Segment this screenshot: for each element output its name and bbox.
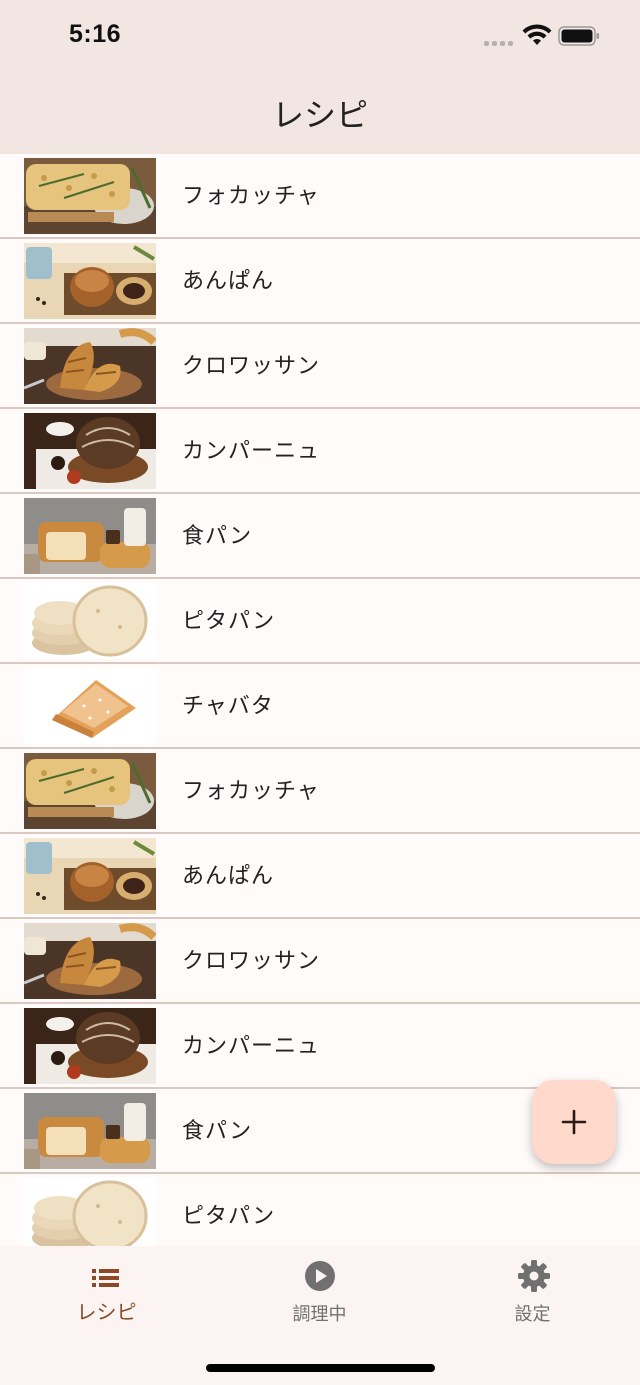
navigation-bar: レシピ [0, 72, 640, 154]
gear-icon [518, 1260, 550, 1292]
recipe-thumbnail [24, 243, 156, 319]
wifi-icon [522, 24, 552, 45]
page-title: レシピ [271, 96, 368, 134]
recipe-name: カンパーニュ [182, 1034, 321, 1059]
recipe-thumbnail [24, 753, 156, 829]
recipe-thumbnail [24, 158, 156, 234]
recipe-name: 食パン [182, 1119, 253, 1144]
recipe-name: クロワッサン [182, 354, 321, 379]
recipe-name: あんぱん [182, 864, 275, 889]
list-item[interactable]: 食パン [0, 494, 640, 579]
recipe-thumbnail [24, 328, 156, 404]
list-icon [92, 1269, 119, 1287]
list-item[interactable]: クロワッサン [0, 919, 640, 1004]
play-circle-icon [305, 1261, 335, 1291]
add-recipe-button[interactable] [532, 1080, 616, 1164]
tab-label: 設定 [514, 1304, 551, 1325]
tab-cooking[interactable]: 調理中 [213, 1246, 426, 1346]
list-item[interactable]: チャバタ [0, 664, 640, 749]
recipe-name: フォカッチャ [182, 184, 320, 209]
status-time: 5:16 [69, 20, 122, 48]
tab-settings[interactable]: 設定 [426, 1246, 639, 1346]
list-item[interactable]: フォカッチャ [0, 154, 640, 239]
recipe-thumbnail [24, 923, 156, 999]
plus-icon [561, 1109, 587, 1135]
status-bar: 5:16 [0, 0, 640, 72]
recipe-name: 食パン [182, 524, 253, 549]
cellular-signal-icon [484, 41, 514, 46]
recipe-thumbnail [24, 838, 156, 914]
recipe-name: ピタパン [182, 609, 276, 634]
recipe-thumbnail [24, 668, 156, 744]
list-item[interactable]: あんぱん [0, 834, 640, 919]
recipe-name: チャバタ [182, 694, 274, 719]
list-item[interactable]: ピタパン [0, 1174, 640, 1246]
home-indicator[interactable] [206, 1364, 435, 1372]
recipe-name: あんぱん [182, 269, 275, 294]
recipe-name: ピタパン [182, 1204, 276, 1229]
list-item[interactable]: フォカッチャ [0, 749, 640, 834]
tab-recipes[interactable]: レシピ [0, 1246, 213, 1346]
recipe-thumbnail [24, 1178, 156, 1246]
list-item[interactable]: カンパーニュ [0, 1004, 640, 1089]
tab-label: 調理中 [292, 1304, 347, 1325]
list-item[interactable]: ピタパン [0, 579, 640, 664]
battery-icon [558, 26, 599, 46]
recipe-name: クロワッサン [182, 949, 321, 974]
recipe-thumbnail [24, 1093, 156, 1169]
recipe-thumbnail [24, 413, 156, 489]
recipe-thumbnail [24, 498, 156, 574]
list-item[interactable]: カンパーニュ [0, 409, 640, 494]
recipe-thumbnail [24, 583, 156, 659]
recipe-name: フォカッチャ [182, 779, 320, 804]
recipe-name: カンパーニュ [182, 439, 321, 464]
list-item[interactable]: あんぱん [0, 239, 640, 324]
recipe-thumbnail [24, 1008, 156, 1084]
tab-label: レシピ [76, 1300, 137, 1324]
list-item[interactable]: クロワッサン [0, 324, 640, 409]
